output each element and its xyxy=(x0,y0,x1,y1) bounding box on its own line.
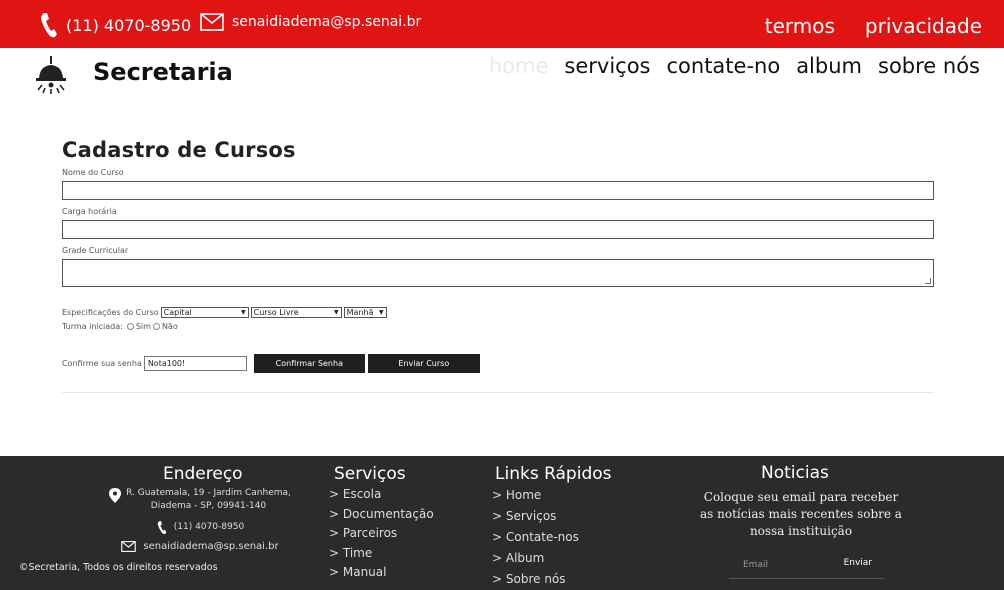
nav-contate[interactable]: contate-no xyxy=(666,54,780,78)
services-list: > Escola > Documentação > Parceiros > Ti… xyxy=(329,485,434,583)
link-privacidade[interactable]: privacidade xyxy=(865,14,982,38)
type-select-value: Curso Livre xyxy=(253,308,299,317)
footer-phone[interactable]: (11) 4070-8950 xyxy=(105,520,295,535)
lamp-icon xyxy=(36,56,66,94)
send-course-button[interactable]: Enviar Curso xyxy=(367,354,480,373)
links-list: > Home > Serviços > Contate-nos > Album … xyxy=(492,485,579,590)
address-block: R. Guatemala, 19 - Jardim Canhema, Diade… xyxy=(105,487,295,553)
curriculum-label: Grade Curricular xyxy=(62,246,129,255)
chevron-down-icon: ▼ xyxy=(379,309,384,316)
quick-link-item[interactable]: > Home xyxy=(492,485,579,506)
phone-icon xyxy=(41,13,57,38)
address-line-2: Diadema - SP, 09941-140 xyxy=(150,501,267,511)
top-phone-text: (11) 4070-8950 xyxy=(66,15,192,35)
workload-input[interactable] xyxy=(62,220,934,239)
address-line-1: R. Guatemala, 19 - Jardim Canhema, xyxy=(126,488,291,498)
mail-icon xyxy=(121,541,137,552)
nav-album[interactable]: album xyxy=(796,54,862,78)
quick-link-item[interactable]: > Serviços xyxy=(492,506,579,527)
newsletter-send-button[interactable]: Enviar xyxy=(844,558,872,568)
newsletter-form: Email Enviar xyxy=(729,551,884,579)
news-title: Noticias xyxy=(761,463,829,483)
address-title: Endereço xyxy=(163,464,243,484)
nav-servicos[interactable]: serviços xyxy=(564,54,650,78)
specs-label: Especificações do Curso xyxy=(62,308,159,317)
newsletter-email-input[interactable]: Email xyxy=(743,560,768,570)
started-no-radio[interactable] xyxy=(152,323,160,330)
started-no-label: Não xyxy=(161,322,178,331)
phone-icon xyxy=(157,521,167,535)
password-input[interactable]: Nota100! xyxy=(143,356,247,371)
nav-sobre[interactable]: sobre nós xyxy=(878,54,980,78)
period-select[interactable]: Manhã ▼ xyxy=(343,307,387,318)
course-name-input[interactable] xyxy=(62,181,934,200)
confirm-password-button[interactable]: Confirmar Senha xyxy=(253,354,365,373)
top-email[interactable]: senaidiadema@sp.senai.br xyxy=(200,13,421,31)
period-select-value: Manhã xyxy=(346,308,374,317)
chevron-down-icon: ▼ xyxy=(241,309,246,316)
brand-name[interactable]: Secretaria xyxy=(93,58,233,86)
services-item[interactable]: > Parceiros xyxy=(329,524,434,544)
site-footer: Endereço R. Guatemala, 19 - Jardim Canhe… xyxy=(0,456,1004,590)
started-label: Turma iniciada: xyxy=(62,322,123,331)
footer-email[interactable]: senaidiadema@sp.senai.br xyxy=(105,540,295,553)
form-divider xyxy=(62,392,934,393)
form-title: Cadastro de Cursos xyxy=(62,138,296,162)
specs-row: Especificações do Curso Capital ▼ Curso L… xyxy=(62,307,934,318)
top-bar: (11) 4070-8950 senaidiadema@sp.senai.br … xyxy=(0,0,1004,48)
services-item[interactable]: > Time xyxy=(329,544,434,564)
services-item[interactable]: > Manual xyxy=(329,563,434,583)
started-yes-radio[interactable] xyxy=(126,323,134,330)
services-item[interactable]: > Escola xyxy=(329,485,434,505)
password-label: Confirme sua senha xyxy=(62,359,142,368)
course-form: Cadastro de Cursos Nome do Curso Carga h… xyxy=(62,138,934,373)
footer-phone-text: (11) 4070-8950 xyxy=(173,522,245,532)
news-text: Coloque seu email para receber as notíci… xyxy=(700,490,902,538)
top-phone[interactable]: (11) 4070-8950 xyxy=(38,11,191,39)
top-links: termos privacidade xyxy=(765,14,982,38)
links-title: Links Rápidos xyxy=(495,464,612,484)
location-pin-icon xyxy=(109,488,122,503)
quick-link-item[interactable]: > Contate-nos xyxy=(492,527,579,548)
curriculum-textarea[interactable] xyxy=(62,259,934,287)
top-email-text: senaidiadema@sp.senai.br xyxy=(232,14,422,30)
site-header: Secretaria home serviços contate-no albu… xyxy=(0,48,1004,108)
main-nav: home serviços contate-no album sobre nós xyxy=(489,54,980,78)
logo[interactable] xyxy=(32,54,70,100)
workload-label: Carga horária xyxy=(62,207,117,216)
type-select[interactable]: Curso Livre ▼ xyxy=(250,307,342,318)
services-item[interactable]: > Documentação xyxy=(329,505,434,525)
password-row: Confirme sua senha Nota100! Confirmar Se… xyxy=(62,354,934,373)
course-name-label: Nome do Curso xyxy=(62,168,124,177)
started-yes-label: Sim xyxy=(135,322,151,331)
city-select-value: Capital xyxy=(163,308,192,317)
quick-link-item[interactable]: > Album xyxy=(492,548,579,569)
services-title: Serviços xyxy=(334,464,406,484)
chevron-down-icon: ▼ xyxy=(334,309,339,316)
mail-icon xyxy=(200,13,224,31)
quick-link-item[interactable]: > Sobre nós xyxy=(492,569,579,590)
nav-home[interactable]: home xyxy=(489,54,549,78)
link-termos[interactable]: termos xyxy=(765,14,835,38)
city-select[interactable]: Capital ▼ xyxy=(160,307,249,318)
started-row: Turma iniciada: Sim Não xyxy=(62,322,934,331)
copyright: ©Secretaria, Todos os direitos reservado… xyxy=(19,562,218,573)
footer-email-text: senaidiadema@sp.senai.br xyxy=(143,541,279,552)
